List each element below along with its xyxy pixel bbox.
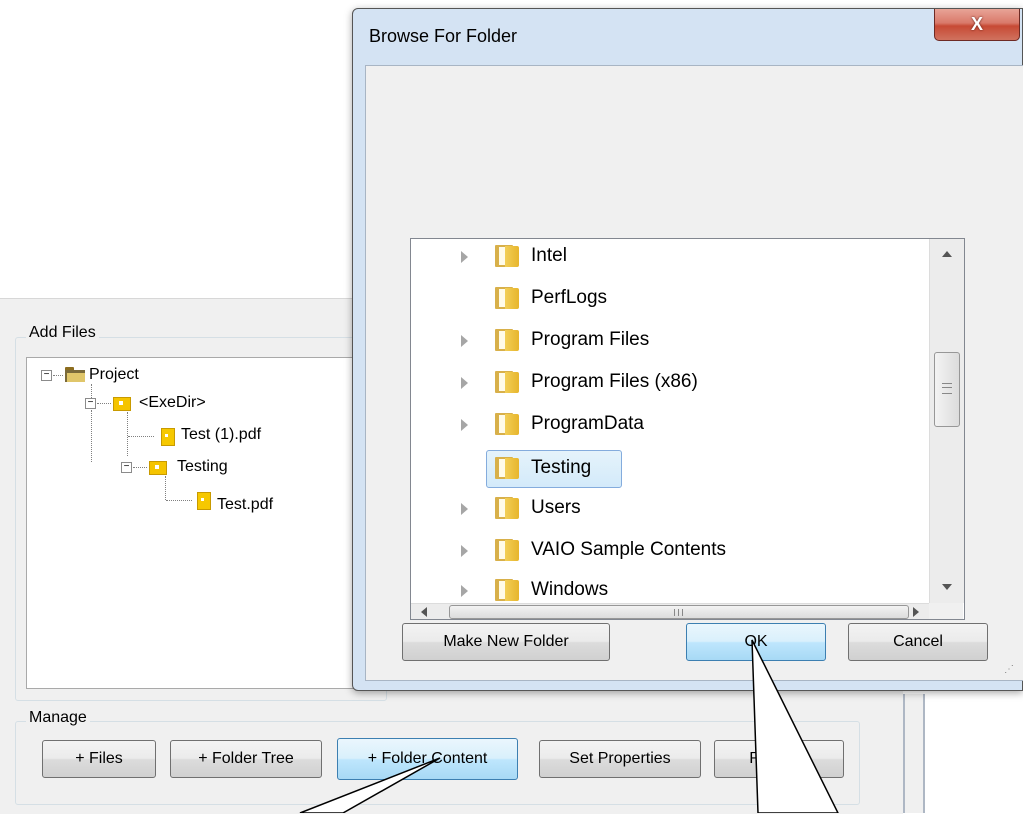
folder-icon <box>493 579 519 601</box>
folder-item-intel[interactable]: Intel <box>531 239 567 273</box>
tree-connector <box>97 403 111 404</box>
set-properties-button[interactable]: Set Properties <box>539 740 701 778</box>
folder-icon <box>493 371 519 393</box>
add-files-button[interactable]: + Files <box>42 740 156 778</box>
expand-arrow-icon[interactable] <box>461 545 468 557</box>
folder-item-users[interactable]: Users <box>531 491 581 525</box>
pdf-file-icon <box>197 492 211 510</box>
scroll-left-arrow-icon[interactable] <box>421 607 427 617</box>
scroll-up-arrow-icon[interactable] <box>942 251 952 257</box>
scrollbar-corner <box>929 603 963 619</box>
dialog-client-area: Intel PerfLogs Program Files Program Fil… <box>365 65 1023 681</box>
folder-icon <box>493 457 519 479</box>
collapse-project-toggle[interactable]: − <box>41 370 52 381</box>
tree-item-exedir[interactable]: <ExeDir> <box>139 392 206 414</box>
horizontal-scrollbar[interactable] <box>411 603 929 619</box>
tree-item-test1-pdf[interactable]: Test (1).pdf <box>181 424 261 446</box>
folder-icon <box>493 245 519 267</box>
folder-item-testing[interactable]: Testing <box>531 451 591 485</box>
tree-connector <box>128 436 154 437</box>
cancel-button[interactable]: Cancel <box>848 623 988 661</box>
tree-item-project[interactable]: Project <box>89 364 139 386</box>
folder-icon <box>493 287 519 309</box>
add-folder-content-button[interactable]: + Folder Content <box>337 738 518 780</box>
tree-connector <box>53 375 63 376</box>
collapse-testing-toggle[interactable]: − <box>121 462 132 473</box>
resize-grip-icon[interactable]: ⋰ <box>1004 664 1014 675</box>
add-files-group-label: Add Files <box>26 324 99 342</box>
expand-arrow-icon[interactable] <box>461 335 468 347</box>
folder-item-perflogs[interactable]: PerfLogs <box>531 281 607 315</box>
remove-button[interactable]: Remove <box>714 740 844 778</box>
expand-arrow-icon[interactable] <box>461 419 468 431</box>
vertical-scrollbar[interactable] <box>929 239 964 603</box>
dialog-title: Browse For Folder <box>369 26 518 46</box>
folder-item-program-files[interactable]: Program Files <box>531 323 649 357</box>
folder-tree-list[interactable]: Intel PerfLogs Program Files Program Fil… <box>410 238 965 620</box>
project-folder-icon <box>65 367 85 382</box>
vertical-scroll-thumb[interactable] <box>934 352 960 427</box>
tree-item-testing[interactable]: Testing <box>177 456 228 478</box>
folder-icon <box>493 497 519 519</box>
folder-item-vaio-sample-contents[interactable]: VAIO Sample Contents <box>531 533 726 567</box>
expand-arrow-icon[interactable] <box>461 377 468 389</box>
close-icon: X <box>970 14 983 34</box>
exedir-folder-icon <box>113 395 131 411</box>
tree-item-test-pdf[interactable]: Test.pdf <box>217 494 273 516</box>
scroll-right-arrow-icon[interactable] <box>913 607 919 617</box>
browse-for-folder-dialog: Browse For Folder X Intel PerfLogs Progr… <box>352 8 1023 691</box>
folder-item-windows[interactable]: Windows <box>531 573 608 607</box>
testing-folder-icon <box>149 459 167 475</box>
tree-connector <box>127 412 128 456</box>
tree-connector <box>166 500 192 501</box>
make-new-folder-button[interactable]: Make New Folder <box>402 623 610 661</box>
tree-connector <box>133 467 147 468</box>
add-folder-tree-button[interactable]: + Folder Tree <box>170 740 322 778</box>
project-tree[interactable]: − Project − <ExeDir> Test (1).pdf − Test… <box>26 357 372 689</box>
tree-connector <box>165 476 166 500</box>
scroll-down-arrow-icon[interactable] <box>942 584 952 590</box>
close-button[interactable]: X <box>934 9 1020 41</box>
app-window-edge <box>903 694 925 813</box>
folder-item-programdata[interactable]: ProgramData <box>531 407 644 441</box>
expand-arrow-icon[interactable] <box>461 585 468 597</box>
tree-connector <box>91 410 92 462</box>
tree-connector <box>91 384 92 398</box>
expand-arrow-icon[interactable] <box>461 503 468 515</box>
folder-icon <box>493 329 519 351</box>
folder-icon <box>493 539 519 561</box>
folder-icon <box>493 413 519 435</box>
folder-item-program-files-x86[interactable]: Program Files (x86) <box>531 365 698 399</box>
pdf-file-icon <box>161 428 175 446</box>
ok-button[interactable]: OK <box>686 623 826 661</box>
horizontal-scroll-thumb[interactable] <box>449 605 909 619</box>
expand-arrow-icon[interactable] <box>461 251 468 263</box>
collapse-exedir-toggle[interactable]: − <box>85 398 96 409</box>
manage-group-label: Manage <box>26 709 90 727</box>
